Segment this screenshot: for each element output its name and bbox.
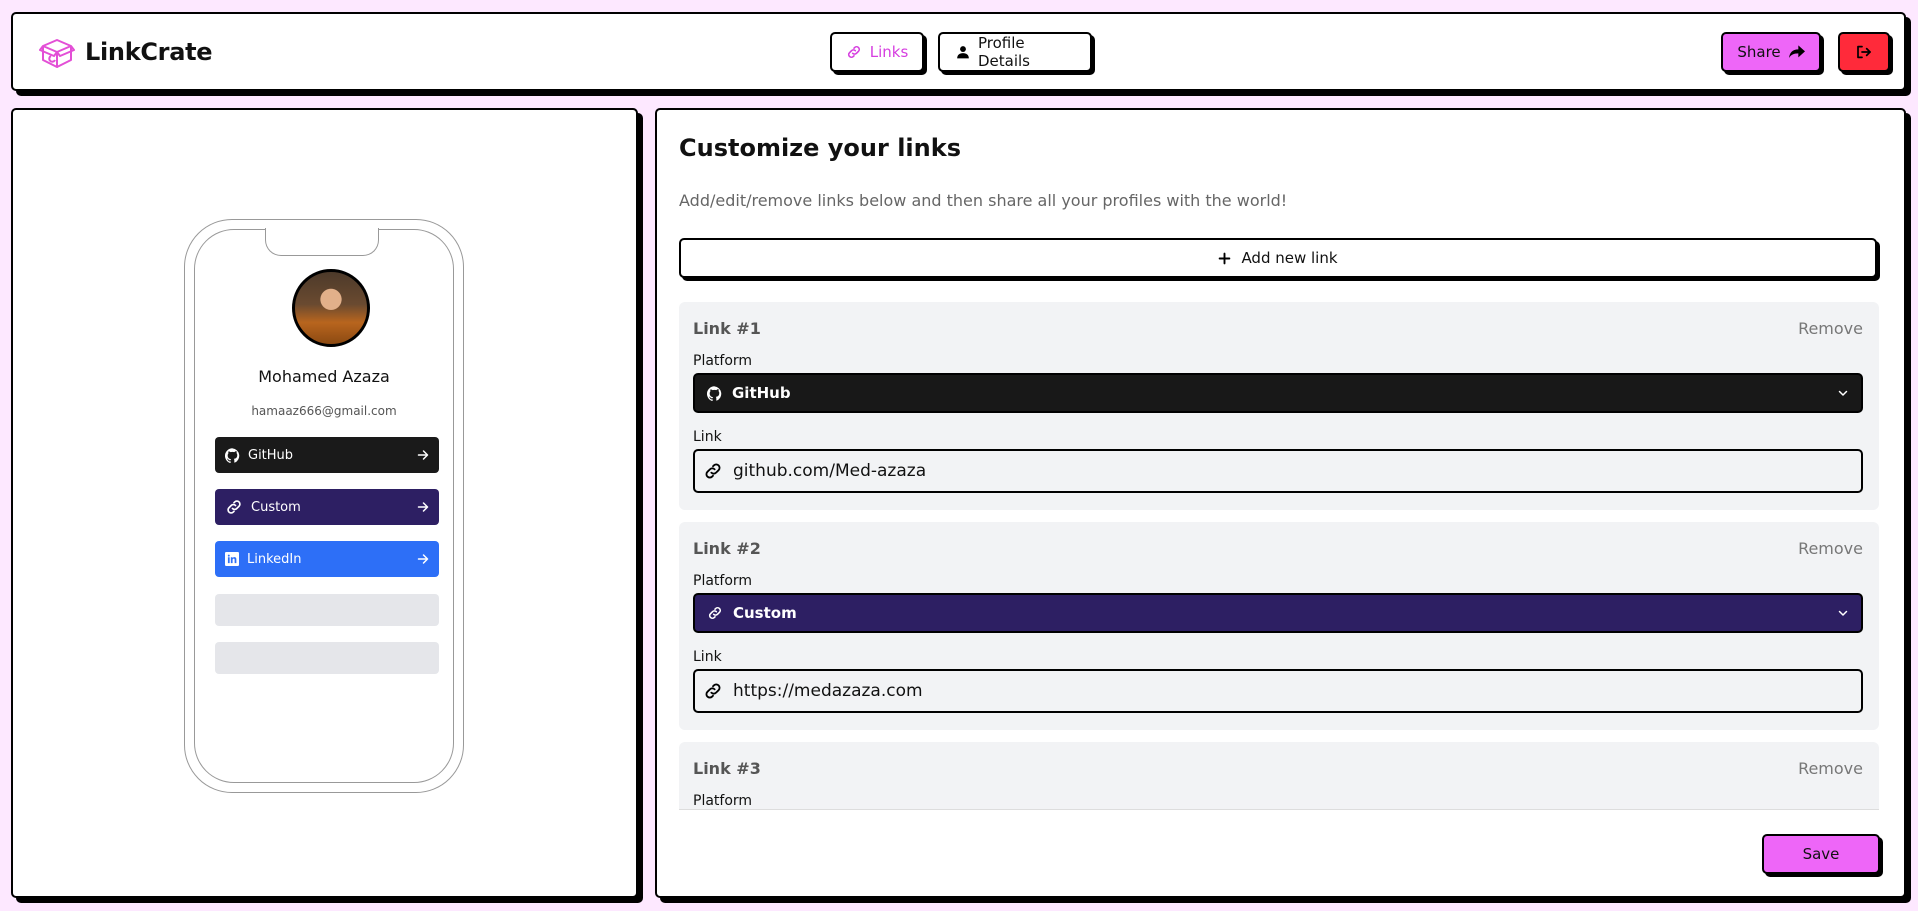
preview-link-github[interactable]: GitHub <box>215 437 439 473</box>
preview-link-custom[interactable]: Custom <box>215 489 439 525</box>
phone-preview-panel: Mohamed Azaza hamaaz666@gmail.com GitHub… <box>11 108 638 898</box>
link-icon <box>846 44 862 60</box>
platform-label: Platform <box>693 573 753 589</box>
github-icon <box>707 385 722 401</box>
phone-mockup: Mohamed Azaza hamaaz666@gmail.com GitHub… <box>184 219 464 793</box>
arrow-right-icon <box>417 449 429 461</box>
plus-icon <box>1218 252 1231 265</box>
platform-label: Platform <box>693 793 753 809</box>
add-new-link-button[interactable]: Add new link <box>679 238 1877 278</box>
preview-link-linkedin[interactable]: LinkedIn <box>215 541 439 577</box>
avatar <box>292 269 370 347</box>
remove-link-button[interactable]: Remove <box>1798 319 1863 338</box>
box-logo-icon <box>39 34 75 70</box>
arrow-right-icon <box>417 553 429 565</box>
link-card-title: Link #1 <box>693 319 761 338</box>
link-card: Link #1 Remove Platform GitHub Link gith… <box>679 302 1879 510</box>
phone-notch <box>265 228 379 256</box>
page-title: Customize your links <box>679 134 961 162</box>
link-icon <box>225 498 243 516</box>
link-card: Link #2 Remove Platform Custom Link http… <box>679 522 1879 730</box>
links-editor-panel: Customize your links Add/edit/remove lin… <box>655 108 1906 898</box>
link-url-input[interactable]: https://medazaza.com <box>693 669 1863 713</box>
save-button[interactable]: Save <box>1762 834 1880 874</box>
linkedin-icon <box>225 552 239 566</box>
logout-icon <box>1856 45 1872 59</box>
logout-button[interactable] <box>1838 32 1890 72</box>
profile-email: hamaaz666@gmail.com <box>251 404 397 418</box>
tab-profile-details[interactable]: Profile Details <box>938 32 1092 72</box>
chevron-down-icon <box>1837 607 1849 619</box>
chevron-down-icon <box>1837 387 1849 399</box>
share-arrow-icon <box>1788 45 1805 59</box>
link-icon <box>703 461 723 481</box>
link-icon <box>707 605 723 621</box>
link-icon <box>703 681 723 701</box>
platform-select[interactable]: GitHub <box>693 373 1863 413</box>
preview-link-placeholder <box>215 642 439 674</box>
link-label: Link <box>693 429 722 445</box>
platform-select[interactable]: Custom <box>693 593 1863 633</box>
link-card-title: Link #3 <box>693 759 761 778</box>
remove-link-button[interactable]: Remove <box>1798 539 1863 558</box>
links-list[interactable]: Link #1 Remove Platform GitHub Link gith… <box>679 302 1879 810</box>
link-url-input[interactable]: github.com/Med-azaza <box>693 449 1863 493</box>
app-name: LinkCrate <box>85 38 213 66</box>
tab-links[interactable]: Links <box>830 32 924 72</box>
platform-label: Platform <box>693 353 753 369</box>
link-label: Link <box>693 649 722 665</box>
user-icon <box>956 45 970 59</box>
link-card-title: Link #2 <box>693 539 761 558</box>
page-subtitle: Add/edit/remove links below and then sha… <box>679 191 1288 210</box>
top-navbar: LinkCrate Links Profile Details Share <box>11 12 1906 91</box>
profile-name: Mohamed Azaza <box>258 367 390 386</box>
logo[interactable]: LinkCrate <box>39 34 213 70</box>
preview-link-placeholder <box>215 594 439 626</box>
main-tabs: Links Profile Details <box>830 32 1092 72</box>
link-card: Link #3 Remove Platform <box>679 742 1879 809</box>
remove-link-button[interactable]: Remove <box>1798 759 1863 778</box>
arrow-right-icon <box>417 501 429 513</box>
link-url-value: github.com/Med-azaza <box>733 461 927 481</box>
link-url-value: https://medazaza.com <box>733 681 923 701</box>
phone-screen: Mohamed Azaza hamaaz666@gmail.com GitHub… <box>194 228 454 783</box>
share-button[interactable]: Share <box>1721 32 1821 72</box>
github-icon <box>225 447 240 463</box>
